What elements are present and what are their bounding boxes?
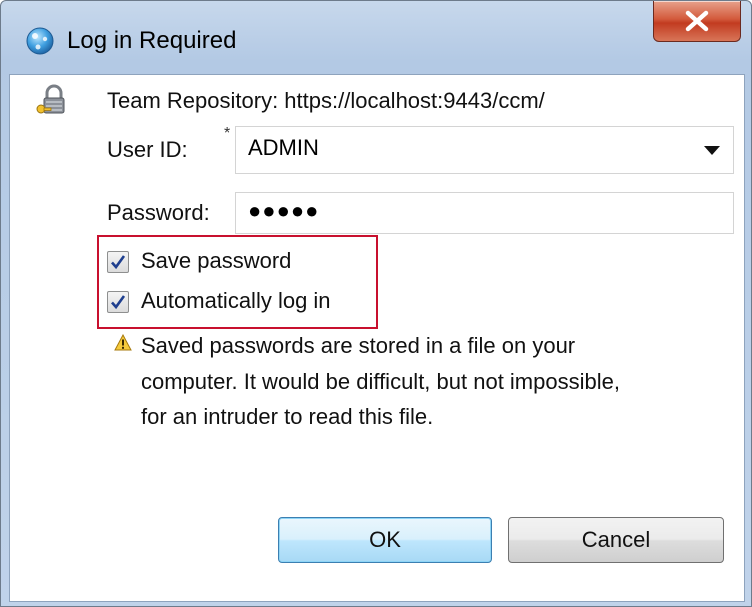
warning-icon [114,334,132,351]
password-masked-value: ●●●●● [248,198,320,223]
checkmark-icon [111,295,126,310]
save-password-label[interactable]: Save password [141,247,291,275]
save-password-checkbox[interactable] [107,251,129,273]
dropdown-arrow-icon[interactable] [704,146,720,155]
dialog-body: Team Repository: https://localhost:9443/… [9,74,745,602]
required-marker: * [224,125,231,142]
close-button[interactable] [653,1,741,42]
warning-text-line-2: computer. It would be difficult, but not… [141,369,620,394]
cancel-button[interactable]: Cancel [508,517,724,563]
user-id-label: User ID: [107,137,188,162]
auto-login-checkbox[interactable] [107,291,129,313]
close-icon [685,10,709,32]
warning-text-line-1: Saved passwords are stored in a file on … [141,333,576,358]
dialog-window: Log in Required Team Repository: https:/… [0,0,752,607]
user-id-value: ADMIN [248,135,319,160]
app-globe-icon [25,26,55,56]
window-title: Log in Required [67,27,237,54]
auto-login-label[interactable]: Automatically log in [141,287,331,315]
ok-button[interactable]: OK [278,517,492,563]
user-id-combobox[interactable]: ADMIN [235,126,734,174]
password-field[interactable]: ●●●●● [235,192,734,234]
checkmark-icon [111,255,126,270]
repository-label: Team Repository: https://localhost:9443/… [107,88,545,113]
warning-text-line-3: for an intruder to read this file. [141,404,434,429]
lock-key-icon [36,84,70,118]
title-bar[interactable]: Log in Required [1,1,751,75]
password-label: Password: [107,200,210,225]
